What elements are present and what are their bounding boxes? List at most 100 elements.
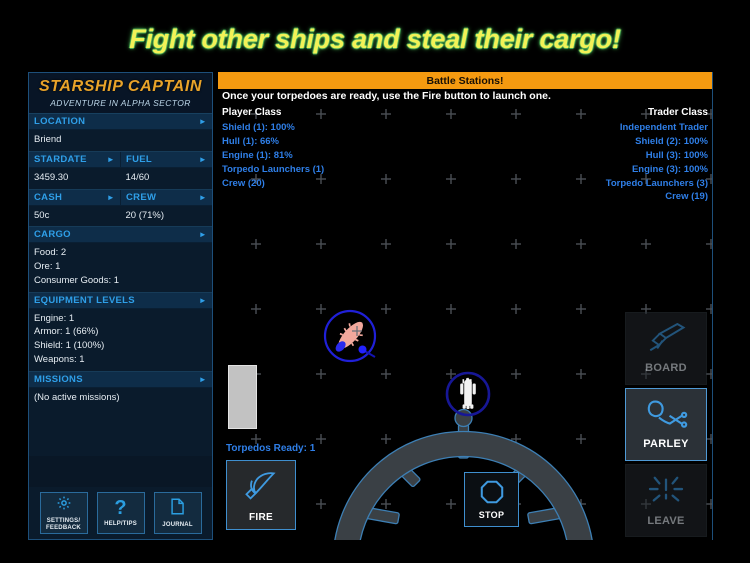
equipment-armor: Armor: 1 (66%) <box>34 326 99 338</box>
sidebar-section-header-cash-crew: CASH ► CREW ► <box>29 189 212 206</box>
player-stat-torpedo-launchers: Torpedo Launchers (1) <box>222 163 325 175</box>
sidebar-section-label-location: LOCATION <box>34 116 86 127</box>
crew-value: 20 (71%) <box>125 209 165 221</box>
cargo-item-food: Food: 2 <box>34 247 67 259</box>
settings-feedback-label: SETTINGS/ FEEDBACK <box>46 517 81 531</box>
chevron-right-icon: ► <box>198 154 207 164</box>
journal-button[interactable]: JOURNAL <box>153 492 202 534</box>
player-stat-crew: Crew (20) <box>222 177 265 189</box>
journal-label: JOURNAL <box>162 521 193 528</box>
trader-stat-torpedo-launchers: Torpedo Launchers (3) <box>605 177 708 189</box>
question-mark-icon: ? <box>114 497 127 520</box>
sidebar-section-label-fuel: FUEL <box>126 153 153 165</box>
battle-header-text: Battle Stations! <box>426 74 504 87</box>
chevron-right-icon: ► <box>198 192 207 202</box>
fuel-value: 14/60 <box>125 171 150 183</box>
game-subtitle: ADVENTURE IN ALPHA SECTOR <box>50 97 191 108</box>
trader-stat-shield: Shield (2): 100% <box>635 135 708 147</box>
sidebar-filler <box>29 408 212 457</box>
sidebar-title-block: STARSHIP CAPTAIN ADVENTURE IN ALPHA SECT… <box>29 73 212 114</box>
trader-stats-panel: Trader Class Independent Trader Shield (… <box>606 106 708 204</box>
player-class-label: Player Class <box>222 107 282 118</box>
help-tips-label: HELP/TIPS <box>104 521 137 528</box>
sidebar-section-label-equipment-levels: EQUIPMENT LEVELS <box>34 294 135 306</box>
fire-button-label: FIRE <box>249 512 273 523</box>
parley-button-label: PARLEY <box>643 438 689 450</box>
game-frame: STARSHIP CAPTAIN ADVENTURE IN ALPHA SECT… <box>28 72 713 540</box>
sidebar-section-label-stardate: STARDATE <box>34 153 87 165</box>
promo-banner: Fight other ships and steal their cargo! <box>0 18 750 60</box>
board-button-label: BOARD <box>645 362 687 374</box>
sidebar-section-header-stardate[interactable]: STARDATE ► <box>29 151 121 167</box>
torpedo-readiness-bar <box>228 365 257 429</box>
trader-stat-hull: Hull (3): 100% <box>645 149 708 161</box>
trader-class-label: Trader Class <box>647 107 708 118</box>
chevron-right-icon: ► <box>106 154 115 164</box>
trader-stat-engine: Engine (3): 100% <box>631 163 708 175</box>
sidebar-section-header-cash[interactable]: CASH ► <box>29 189 121 205</box>
trader-stat-crew: Crew (19) <box>665 191 708 203</box>
promo-banner-text: Fight other ships and steal their cargo! <box>129 23 621 54</box>
sidebar-section-header-location[interactable]: LOCATION ► <box>29 114 212 130</box>
trader-ship[interactable] <box>440 366 496 427</box>
book-page-icon <box>170 498 185 519</box>
sidebar-section-header-crew[interactable]: CREW ► <box>121 190 212 205</box>
torpedo-icon <box>241 467 281 512</box>
warp-burst-icon <box>647 474 685 511</box>
chevron-right-icon: ► <box>106 192 115 202</box>
equipment-shield: Shield: 1 (100%) <box>34 340 105 352</box>
sidebar-section-header-equipment-levels[interactable]: EQUIPMENT LEVELS ► <box>29 292 212 309</box>
gear-icon <box>56 495 72 515</box>
equipment-weapons: Weapons: 1 <box>34 353 85 365</box>
sidebar-section-header-cargo[interactable]: CARGO ► <box>29 227 212 244</box>
player-stat-shield: Shield (1): 100% <box>222 121 295 133</box>
sidebar-section-label-missions: MISSIONS <box>34 373 83 385</box>
help-tips-button[interactable]: ? HELP/TIPS <box>96 492 145 534</box>
board-button[interactable]: BOARD <box>625 312 707 385</box>
settings-feedback-button[interactable]: SETTINGS/ FEEDBACK <box>39 492 88 534</box>
sidebar-section-header-missions[interactable]: MISSIONS ► <box>29 371 212 388</box>
sidebar-section-body-equipment-levels: Engine: 1 Armor: 1 (66%) Shield: 1 (100%… <box>29 308 212 372</box>
sidebar-section-label-crew: CREW <box>126 191 157 203</box>
boarding-gun-icon <box>645 322 687 358</box>
stop-button[interactable]: STOP <box>464 472 519 527</box>
chevron-right-icon: ► <box>198 295 207 305</box>
battle-instruction-text: Once your torpedoes are ready, use the F… <box>222 90 551 102</box>
cargo-item-consumer-goods: Consumer Goods: 1 <box>34 274 120 286</box>
trader-stat-type: Independent Trader <box>619 121 708 133</box>
leave-button[interactable]: LEAVE <box>625 464 707 537</box>
sidebar-section-body-missions: (No active missions) <box>29 387 212 409</box>
sidebar: STARSHIP CAPTAIN ADVENTURE IN ALPHA SECT… <box>28 72 213 540</box>
player-stats-panel: Player Class Shield (1): 100% Hull (1): … <box>222 106 324 190</box>
cash-value: 50c <box>34 209 50 221</box>
octagon-stop-icon <box>479 479 505 510</box>
sidebar-section-header-stardate-fuel: STARDATE ► FUEL ► <box>29 151 212 168</box>
game-title: STARSHIP CAPTAIN <box>38 77 203 95</box>
sidebar-section-body-cargo: Food: 2 Ore: 1 Consumer Goods: 1 <box>29 243 212 293</box>
parley-button[interactable]: PARLEY <box>625 388 707 461</box>
speech-scissors-icon <box>642 399 690 434</box>
chevron-right-icon: ► <box>198 230 207 240</box>
battle-header-banner: Battle Stations! <box>218 72 712 89</box>
sidebar-footer-buttons: SETTINGS/ FEEDBACK ? HELP/TIPS JOURNAL <box>29 487 212 539</box>
torpedo-readiness-fill <box>229 366 256 428</box>
stardate-value: 3459.30 <box>34 171 69 183</box>
equipment-engine: Engine: 1 <box>34 312 75 324</box>
sidebar-section-body-location: Briend <box>29 130 212 152</box>
missions-value: (No active missions) <box>34 391 120 403</box>
chevron-right-icon: ► <box>198 117 207 126</box>
stop-button-label: STOP <box>478 510 505 520</box>
torpedos-ready-label: Torpedos Ready: 1 <box>226 443 316 454</box>
cargo-item-ore: Ore: 1 <box>34 261 61 273</box>
sidebar-section-body-stardate-fuel: 3459.30 14/60 <box>29 167 212 190</box>
sidebar-section-label-cargo: CARGO <box>34 229 71 241</box>
chevron-right-icon: ► <box>198 374 207 384</box>
player-stat-engine: Engine (1): 81% <box>222 149 293 161</box>
location-value: Briend <box>34 134 62 145</box>
sidebar-section-label-cash: CASH <box>34 191 63 203</box>
sidebar-section-header-fuel[interactable]: FUEL ► <box>121 152 212 167</box>
leave-button-label: LEAVE <box>647 515 685 527</box>
sidebar-section-body-cash-crew: 50c 20 (71%) <box>29 205 212 228</box>
fire-button[interactable]: FIRE <box>226 460 296 530</box>
player-ship[interactable] <box>319 305 381 372</box>
